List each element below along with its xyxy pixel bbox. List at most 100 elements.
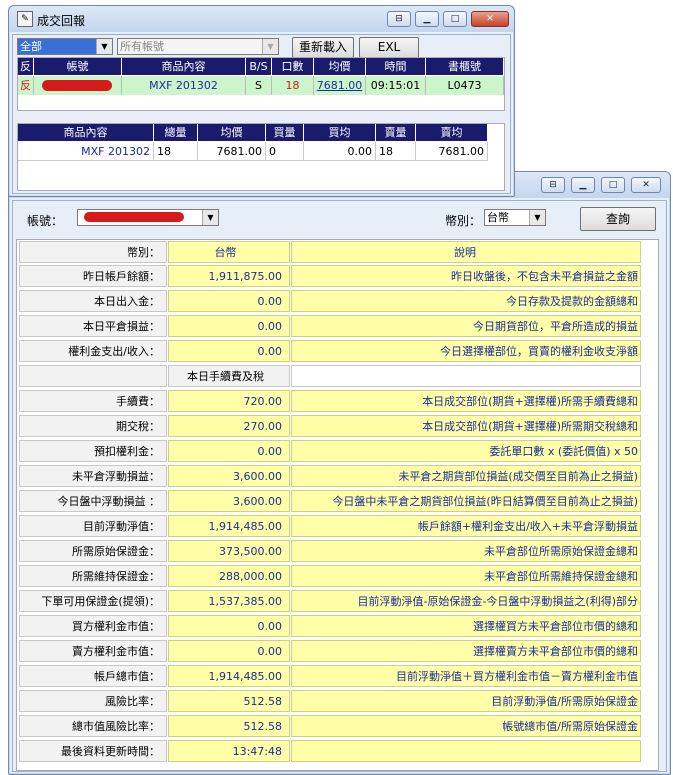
summary-col-header[interactable]: 總量 [154,124,198,141]
summary-grid: 商品內容 總量 均價 買量 買均 賣量 賣均 MXF 201302 18 7681.00 0 0.0… [17,123,505,191]
summary-col-header[interactable]: 賣量 [376,124,416,141]
row-label: 今日盤中浮動損益 ： [19,490,167,512]
close-button[interactable]: ✕ [471,11,509,27]
trade-col-header[interactable]: 帳號 [34,58,122,75]
redacted-account [42,80,112,91]
section-desc-spacer [291,365,641,387]
row-value: 270.00 [168,415,290,437]
row-description: 今日期貨部位，平倉所造成的損益 [291,315,641,337]
trade-col-header[interactable]: 商品內容 [122,58,246,75]
trade-book: L0473 [426,76,504,95]
summary-avg: 7681.00 [198,142,266,161]
trade-account [34,76,122,95]
accounts-select[interactable]: 所有帳號 ▼ [117,38,279,55]
currency-value: 台幣 [487,211,509,224]
trade-flag: 反 [18,76,34,95]
row-description: 目前浮動淨值＋買方權利金市值－賣方權利金市值 [291,665,641,687]
row-description: 目前浮動淨值/所需原始保證金 [291,690,641,712]
account-select[interactable]: ▼ [77,209,219,226]
summary-col-header[interactable]: 買均 [304,124,376,141]
row-value: 3,600.00 [168,465,290,487]
row-description: 委託單口數 x (委託價值) x 50 [291,440,641,462]
app-icon: ✎ [17,11,33,27]
row-value: 0.00 [168,290,290,312]
filter-select[interactable]: 全部 ▼ [17,38,113,55]
reload-button[interactable]: 重新載入 [292,37,354,58]
row-value: 1,911,875.00 [168,265,290,287]
row-label: 昨日帳戶餘額： [19,265,167,287]
summary-col-header[interactable]: 商品內容 [18,124,154,141]
summary-buy-qty: 0 [266,142,304,161]
maximize-button[interactable]: □ [601,177,625,193]
row-value: 0.00 [168,640,290,662]
minimize-button[interactable]: ▁ [571,177,595,193]
restore-icon[interactable]: ⊟ [541,177,565,193]
trade-qty: 18 [272,76,314,95]
row-value: 0.00 [168,615,290,637]
filter-value: 全部 [20,40,42,53]
row-description: 選擇權賣方未平倉部位市價的總和 [291,640,641,662]
trade-col-header[interactable]: B/S [246,58,272,75]
row-label: 所需維持保證金： [19,565,167,587]
summary-buy-avg: 0.00 [304,142,376,161]
chevron-down-icon: ▼ [202,210,218,225]
row-description: 昨日收盤後，不包含未平倉損益之金額 [291,265,641,287]
summary-col-header[interactable]: 均價 [198,124,266,141]
row-value: 288,000.00 [168,565,290,587]
row-description: 今日存款及提款的金額總和 [291,290,641,312]
summary-product: MXF 201302 [18,142,154,161]
chevron-down-icon: ▼ [529,210,545,225]
row-description: 未平倉之期貨部位損益(成交價至目前為止之損益) [291,465,641,487]
trade-time: 09:15:01 [366,76,426,95]
close-button[interactable]: ✕ [631,177,661,193]
row-description: 目前浮動淨值-原始保證金-今日盤中浮動損益之(利得)部分 [291,590,641,612]
trade-side: S [246,76,272,95]
row-description: 本日成交部位(期貨+選擇權)所需期交稅總和 [291,415,641,437]
row-description: 今日盤中未平倉之期貨部位損益(昨日結算價至目前為止之損益) [291,490,641,512]
row-value: 1,537,385.00 [168,590,290,612]
trade-col-header[interactable]: 均價 [314,58,366,75]
row-description: 今日選擇權部位，買賣的權利金收支淨額 [291,340,641,362]
row-value: 373,500.00 [168,540,290,562]
restore-icon[interactable]: ⊟ [387,11,411,27]
row-description: 帳號總市值/所需原始保證金 [291,715,641,737]
maximize-button[interactable]: □ [443,11,467,27]
summary-sell-qty: 18 [376,142,416,161]
section-heading: 本日手續費及稅 [168,365,290,387]
window-title: 成交回報 [37,14,86,28]
row-description: 帳戶餘額+權利金支出/收入+未平倉浮動損益 [291,515,641,537]
row-value: 台幣 [168,241,290,263]
row-value: 1,914,485.00 [168,515,290,537]
currency-select[interactable]: 台幣 ▼ [484,209,546,226]
row-label: 權利金支出/收入： [19,340,167,362]
summary-col-header[interactable]: 買量 [266,124,304,141]
row-description: 未平倉部位所需維持保證金總和 [291,565,641,587]
summary-col-header[interactable]: 賣均 [416,124,488,141]
row-label: 賣方權利金市值： [19,640,167,662]
trade-col-header[interactable]: 反 [18,58,34,75]
row-label: 買方權利金市值： [19,615,167,637]
query-button[interactable]: 查詢 [580,207,656,231]
row-label: 風險比率： [19,690,167,712]
row-label: 手續費： [19,390,167,412]
trade-report-body: 全部 ▼ 所有帳號 ▼ 重新載入 EXL 反帳號 商品內容 B/S 口數 均價 時間 書櫃號… [12,34,511,194]
trade-col-header[interactable]: 書櫃號 [426,58,504,75]
row-label: 本日平倉損益： [19,315,167,337]
currency-label: 幣別： [445,214,482,228]
trade-report-window: ✎ 成交回報 ⊟ ▁ □ ✕ 全部 ▼ 所有帳號 ▼ 重新載入 EXL 反帳號商… [8,5,515,197]
row-label: 下單可用保證金(提領)： [19,590,167,612]
row-label: 目前浮動淨值： [19,515,167,537]
minimize-button[interactable]: ▁ [415,11,439,27]
row-label: 預扣權利金： [19,440,167,462]
row-description: 本日成交部位(期貨+選擇權)所需手續費總和 [291,390,641,412]
row-value: 512.58 [168,690,290,712]
row-label: 最後資料更新時間： [19,740,167,762]
trade-col-header[interactable]: 口數 [272,58,314,75]
row-label: 所需原始保證金： [19,540,167,562]
row-label: 總市值風險比率： [19,715,167,737]
trade-product: MXF 201302 [122,76,246,95]
trade-col-header[interactable]: 時間 [366,58,426,75]
row-value: 720.00 [168,390,290,412]
exl-button[interactable]: EXL [359,37,419,58]
row-description [291,740,641,762]
